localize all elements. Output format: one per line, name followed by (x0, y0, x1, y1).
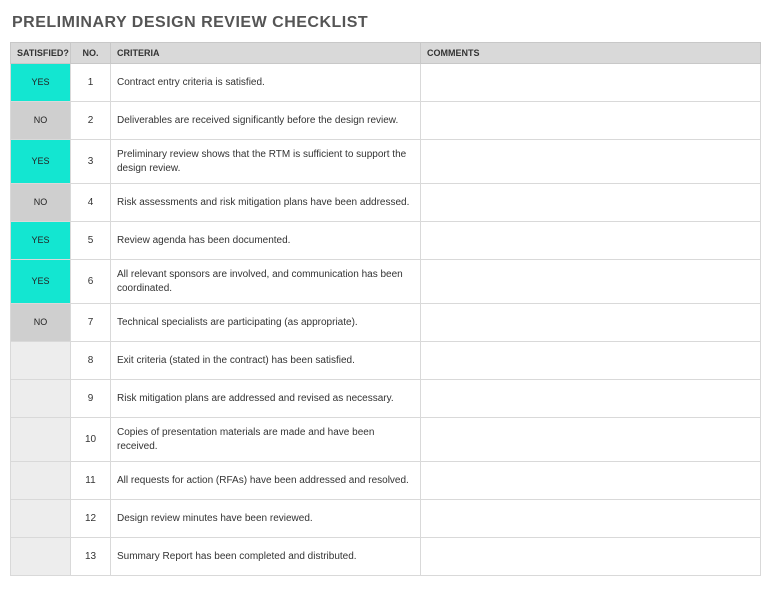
criteria-cell: Preliminary review shows that the RTM is… (111, 140, 421, 184)
page-title: PRELIMINARY DESIGN REVIEW CHECKLIST (12, 14, 760, 32)
table-row: YES3Preliminary review shows that the RT… (11, 140, 761, 184)
satisfied-cell[interactable] (11, 538, 71, 576)
criteria-cell: Summary Report has been completed and di… (111, 538, 421, 576)
comments-cell[interactable] (421, 342, 761, 380)
table-row: YES5Review agenda has been documented. (11, 222, 761, 260)
satisfied-cell[interactable]: YES (11, 140, 71, 184)
table-row: NO7Technical specialists are participati… (11, 304, 761, 342)
criteria-cell: Technical specialists are participating … (111, 304, 421, 342)
satisfied-cell[interactable]: YES (11, 222, 71, 260)
no-cell: 8 (71, 342, 111, 380)
no-cell: 3 (71, 140, 111, 184)
comments-cell[interactable] (421, 140, 761, 184)
table-row: 11All requests for action (RFAs) have be… (11, 462, 761, 500)
satisfied-cell[interactable]: YES (11, 260, 71, 304)
table-row: 12Design review minutes have been review… (11, 500, 761, 538)
criteria-cell: Deliverables are received significantly … (111, 102, 421, 140)
comments-cell[interactable] (421, 418, 761, 462)
no-cell: 1 (71, 64, 111, 102)
satisfied-cell[interactable]: NO (11, 184, 71, 222)
no-cell: 10 (71, 418, 111, 462)
comments-cell[interactable] (421, 184, 761, 222)
criteria-cell: All relevant sponsors are involved, and … (111, 260, 421, 304)
satisfied-cell[interactable] (11, 342, 71, 380)
criteria-cell: Copies of presentation materials are mad… (111, 418, 421, 462)
no-cell: 13 (71, 538, 111, 576)
no-cell: 2 (71, 102, 111, 140)
checklist-table: SATISFIED? NO. CRITERIA COMMENTS YES1Con… (10, 42, 761, 576)
table-row: 9Risk mitigation plans are addressed and… (11, 380, 761, 418)
no-cell: 9 (71, 380, 111, 418)
no-cell: 12 (71, 500, 111, 538)
header-criteria: CRITERIA (111, 43, 421, 64)
table-row: 10Copies of presentation materials are m… (11, 418, 761, 462)
table-row: 8Exit criteria (stated in the contract) … (11, 342, 761, 380)
criteria-cell: Review agenda has been documented. (111, 222, 421, 260)
table-row: NO4Risk assessments and risk mitigation … (11, 184, 761, 222)
no-cell: 5 (71, 222, 111, 260)
comments-cell[interactable] (421, 380, 761, 418)
header-no: NO. (71, 43, 111, 64)
comments-cell[interactable] (421, 500, 761, 538)
comments-cell[interactable] (421, 304, 761, 342)
table-row: YES1Contract entry criteria is satisfied… (11, 64, 761, 102)
comments-cell[interactable] (421, 462, 761, 500)
criteria-cell: Risk assessments and risk mitigation pla… (111, 184, 421, 222)
no-cell: 7 (71, 304, 111, 342)
table-header-row: SATISFIED? NO. CRITERIA COMMENTS (11, 43, 761, 64)
satisfied-cell[interactable] (11, 380, 71, 418)
criteria-cell: All requests for action (RFAs) have been… (111, 462, 421, 500)
satisfied-cell[interactable] (11, 418, 71, 462)
table-row: YES6All relevant sponsors are involved, … (11, 260, 761, 304)
table-row: NO2Deliverables are received significant… (11, 102, 761, 140)
satisfied-cell[interactable]: YES (11, 64, 71, 102)
comments-cell[interactable] (421, 222, 761, 260)
header-satisfied: SATISFIED? (11, 43, 71, 64)
satisfied-cell[interactable]: NO (11, 102, 71, 140)
criteria-cell: Risk mitigation plans are addressed and … (111, 380, 421, 418)
no-cell: 6 (71, 260, 111, 304)
satisfied-cell[interactable]: NO (11, 304, 71, 342)
no-cell: 11 (71, 462, 111, 500)
criteria-cell: Exit criteria (stated in the contract) h… (111, 342, 421, 380)
satisfied-cell[interactable] (11, 500, 71, 538)
comments-cell[interactable] (421, 102, 761, 140)
comments-cell[interactable] (421, 260, 761, 304)
table-row: 13Summary Report has been completed and … (11, 538, 761, 576)
header-comments: COMMENTS (421, 43, 761, 64)
criteria-cell: Contract entry criteria is satisfied. (111, 64, 421, 102)
satisfied-cell[interactable] (11, 462, 71, 500)
criteria-cell: Design review minutes have been reviewed… (111, 500, 421, 538)
comments-cell[interactable] (421, 64, 761, 102)
comments-cell[interactable] (421, 538, 761, 576)
no-cell: 4 (71, 184, 111, 222)
